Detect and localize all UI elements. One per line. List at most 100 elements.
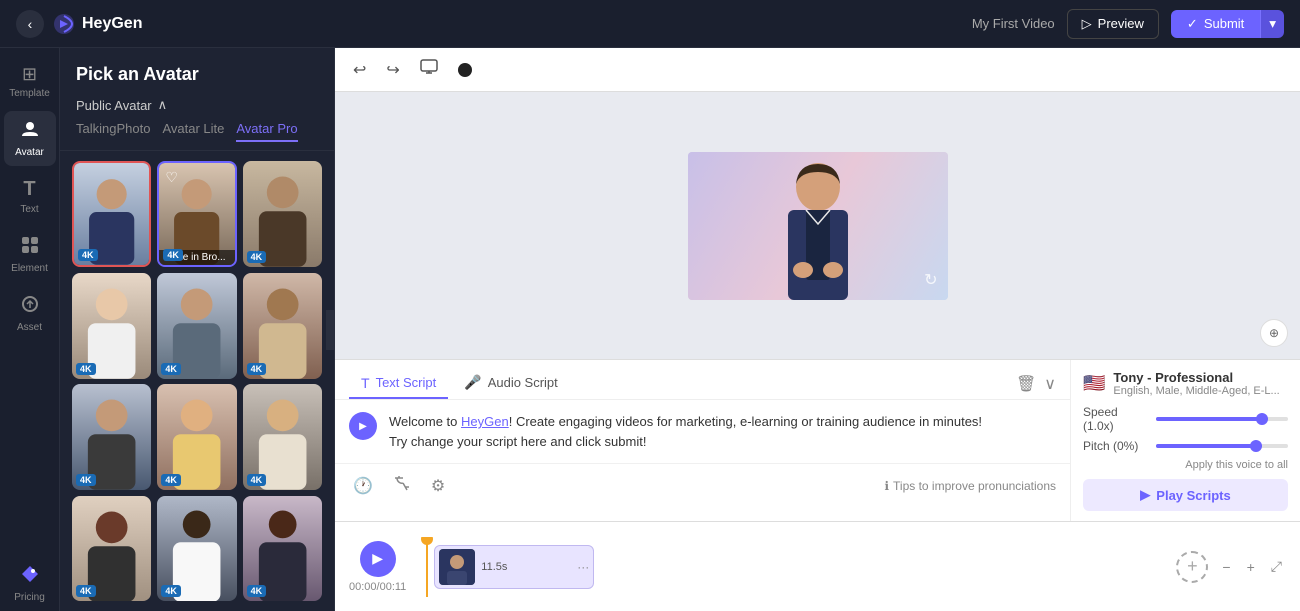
avatar-card[interactable]: 4K <box>243 161 322 267</box>
asset-icon <box>20 294 40 319</box>
tips-link[interactable]: ℹ Tips to improve pronunciations <box>884 479 1056 493</box>
speed-thumb[interactable] <box>1256 413 1268 425</box>
sidebar-item-element[interactable]: Element <box>4 227 56 282</box>
sidebar-item-template[interactable]: ⊞ Template <box>4 56 56 107</box>
translate-button[interactable] <box>389 470 415 501</box>
timeline-right-tools: − + ⤢ <box>1218 554 1286 579</box>
tab-text-script[interactable]: T Text Script <box>349 369 448 399</box>
tab-avatar-lite[interactable]: Avatar Lite <box>162 121 224 142</box>
main-area: ⊞ Template Avatar T Text <box>0 48 1300 611</box>
back-button[interactable]: ‹ <box>16 10 44 38</box>
submit-dropdown-button[interactable]: ▾ <box>1260 10 1284 38</box>
sidebar-item-avatar[interactable]: Avatar <box>4 111 56 166</box>
avatar-card[interactable]: 4K <box>72 273 151 379</box>
avatar-card[interactable]: 4K <box>157 496 236 602</box>
script-text-area[interactable]: Welcome to HeyGen! Create engaging video… <box>389 412 1056 451</box>
zoom-button[interactable]: ⊕ <box>1260 319 1288 347</box>
settings-button[interactable]: ⚙ <box>427 472 449 500</box>
timeline-play-icon: ▶ <box>372 550 383 567</box>
heart-icon: ♡ <box>165 169 178 186</box>
badge-4k: 4K <box>247 585 267 597</box>
monitor-icon <box>420 59 438 80</box>
add-scene-button[interactable]: + <box>1176 551 1208 583</box>
avatar-card[interactable]: 4K <box>72 384 151 490</box>
avatar-card[interactable]: 4K <box>243 384 322 490</box>
script-collapse-button[interactable]: ∨ <box>1044 374 1056 394</box>
segment-options-button[interactable]: ··· <box>577 560 589 574</box>
pitch-thumb[interactable] <box>1250 440 1262 452</box>
avatar-card[interactable]: 4K <box>243 496 322 602</box>
timeline-scrubber[interactable] <box>426 537 428 597</box>
badge-4k: 4K <box>247 474 267 486</box>
avatar-card[interactable]: 4K <box>243 273 322 379</box>
voice-selector[interactable]: 🇺🇸 Tony - Professional English, Male, Mi… <box>1083 370 1288 397</box>
timeline-zoom-out-button[interactable]: − <box>1218 555 1234 579</box>
chevron-down-icon: ∨ <box>1044 376 1056 393</box>
avatar-icon <box>20 119 40 144</box>
app-title: HeyGen <box>82 15 142 33</box>
monitor-button[interactable] <box>416 55 442 84</box>
sidebar-item-pricing[interactable]: Pricing <box>4 556 56 611</box>
speed-label: Speed (1.0x) <box>1083 405 1148 433</box>
timeline-expand-button[interactable]: ⤢ <box>1267 554 1286 579</box>
canvas-toolbar: ↩ ↪ <box>335 48 1300 92</box>
script-bottom-bar: 🕐 ⚙ ℹ T <box>335 463 1070 507</box>
tab-talking-photo[interactable]: TalkingPhoto <box>76 121 150 142</box>
pitch-fill <box>1156 444 1262 448</box>
logo: HeyGen <box>52 12 142 36</box>
script-play-button[interactable]: ▶ <box>349 412 377 440</box>
tab-audio-script[interactable]: 🎤 Audio Script <box>452 368 570 399</box>
circle-button[interactable] <box>454 59 476 81</box>
avatar-card[interactable]: ♡ Blake in Bro... 4K <box>157 161 236 267</box>
nav-right: My First Video ▷ Preview ✓ Submit ▾ <box>972 9 1284 39</box>
avatar-card[interactable]: 4K <box>157 273 236 379</box>
panel-collapse-handle[interactable]: › <box>326 310 335 350</box>
apply-voice-link[interactable]: Apply this voice to all <box>1083 459 1288 471</box>
badge-4k: 4K <box>247 363 267 375</box>
avatar-card[interactable]: 4K <box>72 496 151 602</box>
history-button[interactable]: 🕐 <box>349 472 377 500</box>
minus-icon: − <box>1222 559 1230 575</box>
voice-info: Tony - Professional English, Male, Middl… <box>1113 370 1288 397</box>
speed-slider[interactable] <box>1156 417 1288 421</box>
segment-duration: 11.5s <box>481 561 507 573</box>
avatar-card[interactable]: 4K <box>157 384 236 490</box>
sidebar-item-text[interactable]: T Text <box>4 170 56 223</box>
delete-script-button[interactable]: 🗑 <box>1016 374 1036 394</box>
timeline-segment[interactable]: 1 11.5s ··· <box>434 545 594 589</box>
badge-4k: 4K <box>78 249 98 261</box>
timeline-track: 1 11.5s ··· <box>416 537 1166 597</box>
timeline-area: ▶ 00:00/00:11 1 11.5s ··· <box>335 521 1300 611</box>
play-scripts-button[interactable]: ▶ Play Scripts <box>1083 479 1288 511</box>
tab-avatar-pro[interactable]: Avatar Pro <box>236 121 297 142</box>
avatar-card[interactable]: 4K <box>72 161 151 267</box>
redo-button[interactable]: ↪ <box>382 56 403 84</box>
badge-4k: 4K <box>76 585 96 597</box>
public-avatar-toggle[interactable]: Public Avatar ∧ <box>60 93 334 121</box>
heygen-link[interactable]: HeyGen <box>461 414 509 429</box>
voice-pitch-setting: Pitch (0%) <box>1083 439 1288 453</box>
undo-button[interactable]: ↩ <box>349 56 370 84</box>
time-display: 00:00/00:11 <box>349 581 406 593</box>
play-scripts-icon: ▶ <box>1140 487 1150 503</box>
script-content: ▶ Welcome to HeyGen! Create engaging vid… <box>335 400 1070 463</box>
timeline-zoom-in-button[interactable]: + <box>1243 555 1259 579</box>
script-main: T Text Script 🎤 Audio Script 🗑 ∨ <box>335 360 1070 521</box>
refresh-icon: ↻ <box>924 270 937 290</box>
timeline-play-button[interactable]: ▶ <box>360 541 396 577</box>
badge-4k: 4K <box>247 251 267 263</box>
badge-4k: 4K <box>76 474 96 486</box>
pitch-slider[interactable] <box>1156 444 1288 448</box>
script-tabs: T Text Script 🎤 Audio Script 🗑 ∨ <box>335 360 1070 400</box>
trash-icon: 🗑 <box>1016 376 1036 393</box>
chevron-up-icon: ∧ <box>158 97 168 113</box>
preview-button[interactable]: ▷ Preview <box>1067 9 1159 39</box>
avatar-preview-svg <box>688 152 948 300</box>
avatar-grid: 4K ♡ Blake in Bro... 4K <box>60 151 334 611</box>
submit-button[interactable]: ✓ Submit <box>1171 10 1260 38</box>
voice-panel: 🇺🇸 Tony - Professional English, Male, Mi… <box>1070 360 1300 521</box>
sidebar-item-asset[interactable]: Asset <box>4 286 56 341</box>
element-icon <box>20 235 40 260</box>
template-icon: ⊞ <box>22 64 37 85</box>
play-icon: ▷ <box>1082 16 1092 32</box>
